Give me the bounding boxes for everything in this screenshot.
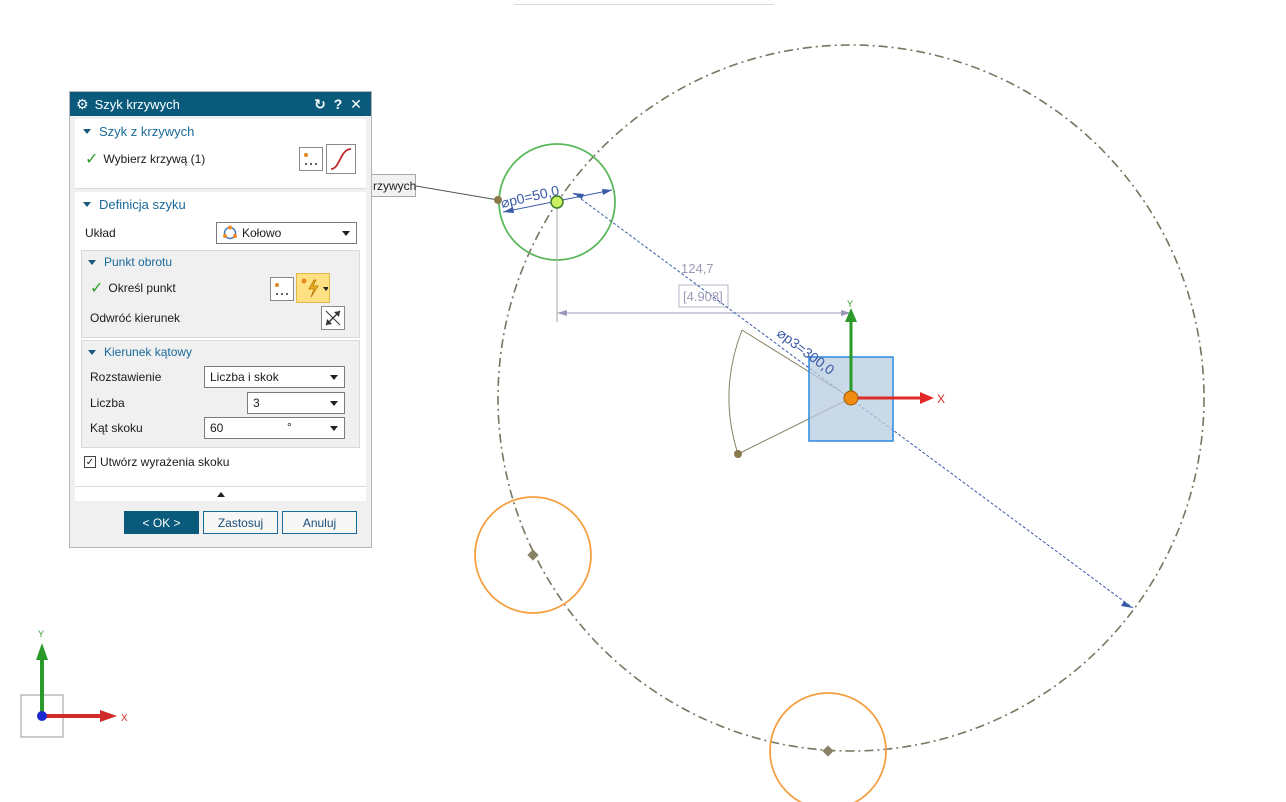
angle-handle [734, 450, 742, 458]
layout-select[interactable]: Kołowo [216, 222, 357, 244]
select-curve-row[interactable]: ✓ Wybierz krzywą (1) [75, 143, 366, 175]
layout-row: Układ Kołowo [75, 216, 366, 250]
dim-arrow [602, 189, 612, 195]
spacing-select[interactable]: Liczba i skok [204, 366, 345, 388]
section-definition-title: Definicja szyku [99, 196, 186, 212]
reverse-direction-button[interactable] [321, 306, 345, 330]
point-dots-icon [304, 153, 317, 165]
count-row: Liczba 3 [82, 390, 359, 415]
dim-arrow [557, 310, 567, 316]
apply-button[interactable]: Zastosuj [203, 511, 278, 534]
pitch-angle-arc [728, 329, 743, 455]
subsection-angular-direction: Kierunek kątowy Rozstawienie Liczba i sk… [81, 340, 360, 448]
section-curves-title: Szyk z krzywych [99, 123, 195, 139]
subsection-angular-header[interactable]: Kierunek kątowy [82, 341, 359, 363]
csys-y-label: Y [847, 299, 853, 309]
inferred-point-button[interactable] [296, 273, 330, 303]
reset-icon[interactable]: ↻ [311, 96, 329, 113]
point-dialog-button[interactable] [270, 277, 294, 301]
triad-origin [37, 711, 47, 721]
ok-button[interactable]: < OK > [124, 511, 199, 534]
dialog-button-bar: < OK > Zastosuj Anuluj [70, 501, 371, 541]
pitch-angle-label: Kąt skoku [90, 420, 143, 435]
help-icon[interactable]: ? [329, 96, 347, 112]
close-icon[interactable]: ✕ [347, 96, 365, 113]
curve-icon [330, 148, 352, 170]
collapse-triangle-icon [88, 259, 96, 265]
instance-center-marker [527, 549, 539, 561]
pitch-angle-value: 60 [210, 421, 224, 435]
point-dots-icon [275, 283, 288, 295]
specify-point-label: Określ punkt [108, 281, 176, 295]
pitch-angle-unit: ° [287, 420, 292, 434]
chevron-up-icon [216, 491, 225, 497]
reverse-direction-row: Odwróć kierunek [82, 303, 359, 333]
create-expressions-checkbox[interactable]: ✓ [84, 456, 96, 468]
subsection-pivot-title: Punkt obrotu [104, 255, 173, 269]
collapse-triangle-icon [88, 349, 96, 355]
dim-ref-text: [4.908] [683, 289, 723, 304]
spacing-label: Rozstawienie [90, 369, 162, 384]
csys-x-arrow [920, 392, 934, 404]
count-value: 3 [253, 396, 260, 410]
curve-pattern-dialog: ⚙ Szyk krzywych ↻ ? ✕ Szyk z krzywych ✓ … [69, 91, 372, 548]
collapse-triangle-icon [83, 128, 91, 134]
select-curve-label: Wybierz krzywą (1) [103, 152, 206, 166]
gear-icon[interactable]: ⚙ [76, 96, 89, 113]
create-expressions-label: Utwórz wyrażenia skoku [100, 455, 230, 469]
chevron-down-icon [330, 426, 338, 431]
spacing-row: Rozstawienie Liczba i skok [82, 363, 359, 390]
csys-x-label: X [937, 392, 945, 406]
reverse-direction-label: Odwróć kierunek [90, 311, 181, 325]
chevron-down-icon [342, 231, 350, 236]
circular-layout-icon [223, 225, 237, 240]
csys-origin [843, 390, 859, 406]
lightning-point-icon [301, 278, 328, 298]
checkmark-icon: ✓ [90, 280, 104, 297]
layout-value: Kołowo [242, 226, 282, 240]
reverse-arrows-icon [325, 310, 341, 326]
more-options-toggle[interactable] [75, 487, 366, 501]
curve-select-button[interactable] [326, 144, 356, 174]
dialog-title: Szyk krzywych [94, 96, 180, 112]
pitch-angle-input[interactable]: 60 ° [204, 417, 345, 439]
collapse-triangle-icon [83, 201, 91, 207]
section-definition: Definicja szyku Układ Kołowo Punkt obrot… [75, 192, 366, 487]
subsection-pivot: Punkt obrotu ✓ Określ punkt Odwróć kieru… [81, 250, 360, 338]
cancel-button[interactable]: Anuluj [282, 511, 357, 534]
specify-point-row[interactable]: ✓ Określ punkt [82, 273, 359, 303]
count-label: Liczba [90, 395, 125, 410]
pitch-angle-row: Kąt skoku 60 ° [82, 415, 359, 440]
point-dialog-button[interactable] [299, 147, 323, 171]
tooltip-text: rzywych [373, 178, 417, 193]
count-input[interactable]: 3 [247, 392, 345, 414]
layout-label: Układ [85, 226, 116, 240]
chevron-down-icon [330, 401, 338, 406]
subsection-pivot-header[interactable]: Punkt obrotu [82, 251, 359, 273]
triad-x-arrow [100, 710, 117, 722]
chevron-down-icon [330, 375, 338, 380]
dim-arrow [573, 193, 584, 199]
section-definition-header[interactable]: Definicja szyku [75, 192, 366, 216]
subsection-angular-title: Kierunek kątowy [104, 345, 193, 359]
csys-y-arrow [845, 308, 857, 322]
dialog-titlebar[interactable]: ⚙ Szyk krzywych ↻ ? ✕ [70, 92, 371, 116]
section-curves-header[interactable]: Szyk z krzywych [75, 119, 366, 143]
create-expressions-row[interactable]: ✓ Utwórz wyrażenia skoku [75, 450, 366, 474]
selection-tooltip: rzywych [370, 174, 416, 197]
dim-arrow [1121, 601, 1133, 608]
instance-center-marker [822, 745, 834, 757]
section-curves: Szyk z krzywych ✓ Wybierz krzywą (1) [75, 119, 366, 189]
spacing-value: Liczba i skok [210, 370, 279, 384]
triad-y-label: Y [38, 629, 44, 639]
triad-x-label: X [121, 713, 128, 724]
triad-y-arrow [36, 643, 48, 660]
tooltip-leader [415, 185, 499, 201]
checkmark-icon: ✓ [85, 151, 99, 168]
dim-horizontal-text: 124,7 [681, 261, 714, 276]
